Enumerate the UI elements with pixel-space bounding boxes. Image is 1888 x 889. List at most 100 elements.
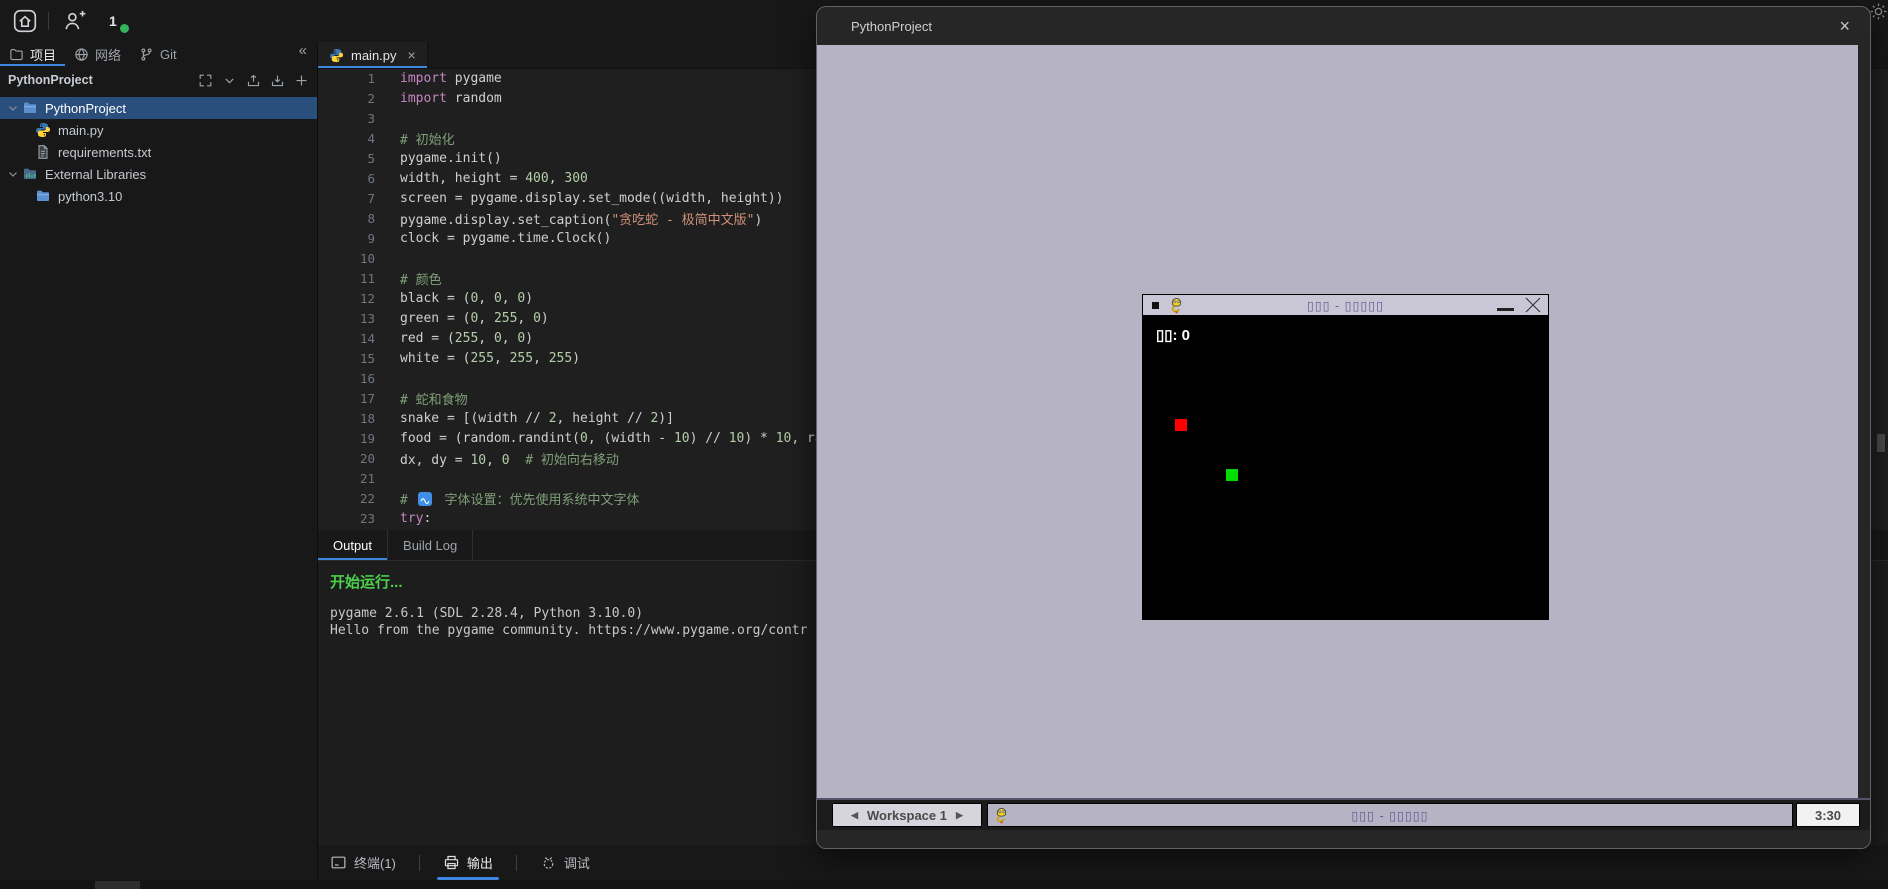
line-number: 5 bbox=[367, 150, 375, 166]
next-workspace-icon[interactable]: ▶ bbox=[956, 810, 963, 821]
line-number: 14 bbox=[359, 330, 375, 346]
output-tab-build-log[interactable]: Build Log bbox=[388, 530, 474, 560]
code-text: dx, dy = 10, 0 # 初始向右移动 bbox=[400, 452, 619, 468]
taskbar-clock: 3:30 bbox=[1796, 803, 1860, 827]
code-text: # 颜色 bbox=[400, 272, 442, 288]
pygame-titlebar[interactable]: ▯▯▯ - ▯▯▯▯▯ bbox=[1143, 295, 1548, 316]
sidebar-tabs: 项目 网络 Git « bbox=[0, 42, 317, 66]
workspace-switcher[interactable]: ◀ Workspace 1 ▶ bbox=[832, 803, 982, 827]
code-text: width, height = 400, 300 bbox=[400, 170, 588, 186]
python-file-icon bbox=[329, 48, 344, 63]
taskbar-remnant bbox=[95, 881, 140, 889]
output-tab-output[interactable]: Output bbox=[318, 530, 389, 560]
floating-window-footer bbox=[817, 830, 1870, 848]
tab-main-py[interactable]: main.py × bbox=[318, 42, 428, 68]
prev-workspace-icon[interactable]: ◀ bbox=[851, 810, 858, 821]
tree-item-label: requirements.txt bbox=[58, 144, 152, 160]
folder-icon bbox=[35, 188, 51, 204]
expand-all-icon[interactable] bbox=[198, 73, 213, 88]
code-text: try: bbox=[400, 510, 432, 526]
library-folder-icon bbox=[22, 166, 38, 182]
header-divider bbox=[48, 12, 49, 30]
tree-chevron bbox=[6, 167, 20, 181]
toolbar-divider bbox=[515, 854, 517, 871]
line-number: 16 bbox=[359, 370, 375, 386]
globe-icon bbox=[74, 47, 89, 62]
editor-scrollbar-thumb[interactable] bbox=[1877, 434, 1885, 452]
tree-item-main-py[interactable]: main.py bbox=[0, 119, 317, 141]
bottom-tab-输出[interactable]: 输出 bbox=[436, 845, 499, 880]
add-user-icon[interactable] bbox=[61, 8, 87, 34]
tree-item-requirements-txt[interactable]: requirements.txt bbox=[0, 141, 317, 163]
printer-icon bbox=[443, 854, 460, 871]
code-text: # 初始化 bbox=[400, 132, 455, 148]
close-window-icon[interactable]: × bbox=[1839, 17, 1850, 35]
bottom-tab-label: 输出 bbox=[466, 856, 493, 871]
code-text: red = (255, 0, 0) bbox=[400, 330, 534, 346]
sidebar-tab-project[interactable]: 项目 bbox=[0, 42, 65, 66]
code-text: food = (random.randint(0, (width - 10) /… bbox=[400, 430, 823, 446]
toolbar-divider bbox=[418, 854, 420, 871]
sidebar-tab-label: 网络 bbox=[95, 47, 122, 63]
upload-icon[interactable] bbox=[246, 73, 261, 88]
tree-item-label: main.py bbox=[58, 122, 104, 138]
line-number: 2 bbox=[367, 90, 375, 106]
code-text: black = (0, 0, 0) bbox=[400, 290, 534, 306]
line-number: 19 bbox=[359, 430, 375, 446]
line-number: 17 bbox=[359, 390, 375, 406]
badge-number: 1 bbox=[109, 13, 117, 29]
inline-hint-icon bbox=[417, 491, 432, 506]
score-label: ▯▯: 0 bbox=[1156, 327, 1191, 344]
tree-chevron bbox=[6, 101, 20, 115]
minimize-window-icon[interactable] bbox=[1497, 308, 1514, 311]
line-number: 15 bbox=[359, 350, 375, 366]
close-game-window-icon[interactable] bbox=[1524, 296, 1542, 314]
bottom-tab-label: 终端(1) bbox=[354, 856, 396, 871]
close-tab-icon[interactable]: × bbox=[408, 47, 416, 63]
floating-window-pythonproject: PythonProject × ▯▯▯ - ▯▯▯▯▯ ▯▯: 0 ◀ Work… bbox=[816, 6, 1871, 849]
sidebar-tab-network[interactable]: 网络 bbox=[65, 42, 130, 66]
code-text: import random bbox=[400, 90, 502, 106]
bottom-tab-label: 调试 bbox=[563, 856, 590, 871]
line-number: 23 bbox=[359, 510, 375, 526]
terminal-icon bbox=[330, 854, 347, 871]
tree-item-external-libraries[interactable]: External Libraries bbox=[0, 163, 317, 185]
code-text: import pygame bbox=[400, 70, 502, 86]
bottom-tab-终端-1[interactable]: 终端(1) bbox=[328, 845, 398, 880]
code-text: # 字体设置：优先使用系统中文字体 bbox=[400, 491, 640, 508]
floating-window-titlebar[interactable]: PythonProject × bbox=[817, 7, 1870, 45]
collapse-sidebar-button[interactable]: « bbox=[299, 42, 307, 59]
download-icon[interactable] bbox=[270, 73, 285, 88]
debug-icon bbox=[540, 854, 557, 871]
pygame-window: ▯▯▯ - ▯▯▯▯▯ ▯▯: 0 bbox=[1142, 294, 1549, 620]
floating-window-title: PythonProject bbox=[851, 18, 932, 34]
folder-tab-icon bbox=[9, 47, 24, 62]
line-number: 7 bbox=[367, 190, 375, 206]
line-number: 1 bbox=[367, 70, 375, 86]
line-number: 11 bbox=[359, 270, 375, 286]
project-tree: PythonProject main.py requirements.txt Exte… bbox=[0, 97, 317, 207]
home-icon[interactable] bbox=[12, 8, 38, 34]
python-icon bbox=[35, 122, 51, 138]
code-text: green = (0, 255, 0) bbox=[400, 310, 549, 326]
online-status-dot bbox=[118, 22, 131, 35]
bottom-tab-调试[interactable]: 调试 bbox=[538, 845, 592, 880]
sidebar-tab-label: Git bbox=[160, 46, 177, 62]
tree-item-python3-10[interactable]: python3.10 bbox=[0, 185, 317, 207]
remote-desktop-view[interactable]: ▯▯▯ - ▯▯▯▯▯ ▯▯: 0 bbox=[817, 45, 1870, 798]
line-number: 9 bbox=[367, 230, 375, 246]
line-number: 22 bbox=[359, 490, 375, 506]
taskbar-task-button[interactable]: ▯▯▯ - ▯▯▯▯▯ bbox=[987, 803, 1793, 827]
sidebar-tabs-inner: 项目 网络 Git bbox=[0, 42, 186, 66]
notification-count[interactable]: 1 bbox=[109, 13, 131, 35]
git-branch-icon bbox=[139, 47, 154, 62]
workspace-label: Workspace 1 bbox=[867, 807, 947, 823]
chevron-down-icon[interactable] bbox=[222, 73, 237, 88]
add-icon[interactable] bbox=[294, 73, 309, 88]
task-button-title: ▯▯▯ - ▯▯▯▯▯ bbox=[1351, 808, 1429, 823]
snake-segment bbox=[1175, 419, 1187, 431]
code-text: white = (255, 255, 255) bbox=[400, 350, 581, 366]
tree-item-pythonproject[interactable]: PythonProject bbox=[0, 97, 317, 119]
sidebar-tab-git[interactable]: Git bbox=[130, 42, 186, 66]
gear-icon[interactable] bbox=[1869, 1, 1888, 21]
